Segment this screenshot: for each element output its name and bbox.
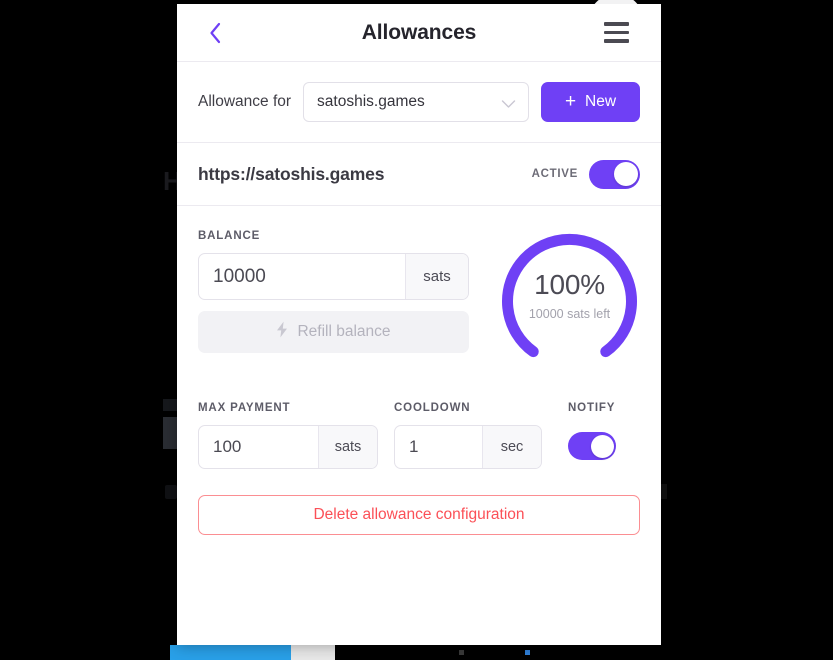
- plus-icon: +: [564, 90, 577, 112]
- taskbar-item[interactable]: [291, 645, 335, 660]
- page-title: Allowances: [361, 20, 477, 44]
- refill-balance-button[interactable]: Refill balance: [198, 311, 469, 353]
- popup-body: BALANCE sats Refill balance: [177, 206, 661, 535]
- extension-popup: Allowances Allowance for satoshis.games …: [177, 0, 661, 645]
- notify-label: NOTIFY: [568, 402, 616, 414]
- hamburger-bar: [603, 22, 629, 26]
- cooldown-label: COOLDOWN: [394, 402, 471, 414]
- balance-input[interactable]: [199, 254, 405, 299]
- refill-balance-label: Refill balance: [297, 323, 391, 340]
- cooldown-group: COOLDOWN sec: [394, 402, 542, 469]
- active-toggle-group: ACTIVE: [531, 159, 640, 189]
- gauge-percent: 100%: [534, 269, 605, 300]
- hamburger-bar: [603, 39, 629, 43]
- balance-unit: sats: [405, 254, 468, 299]
- gauge-sublabel: 10000 sats left: [528, 307, 611, 321]
- allowance-for-label: Allowance for: [198, 93, 292, 110]
- cooldown-input-group: sec: [394, 425, 542, 469]
- notify-toggle-wrap: [568, 425, 616, 467]
- new-allowance-label: New: [585, 93, 617, 110]
- popup-header: Allowances: [177, 4, 661, 62]
- background-fragment: [163, 399, 177, 411]
- background-fragment: [165, 485, 177, 499]
- notify-toggle[interactable]: [568, 432, 616, 460]
- lightning-bolt-icon: [276, 321, 288, 343]
- max-payment-input[interactable]: [199, 426, 318, 468]
- allowance-picker-row: Allowance for satoshis.games + New: [177, 62, 661, 143]
- chevron-down-icon: [501, 96, 516, 114]
- active-label: ACTIVE: [531, 168, 578, 180]
- taskbar-active-item[interactable]: [170, 645, 291, 660]
- max-payment-unit: sats: [318, 426, 377, 468]
- site-row: https://satoshis.games ACTIVE: [177, 143, 661, 206]
- max-payment-group: MAX PAYMENT sats: [198, 402, 378, 469]
- limits-row: MAX PAYMENT sats COOLDOWN sec NOTIFY: [198, 402, 640, 469]
- cooldown-unit: sec: [482, 426, 541, 468]
- cooldown-input[interactable]: [395, 426, 482, 468]
- toggle-knob: [591, 434, 614, 458]
- max-payment-label: MAX PAYMENT: [198, 402, 291, 414]
- toggle-knob: [614, 162, 638, 186]
- back-button[interactable]: [191, 4, 239, 61]
- taskbar-indicator: [459, 650, 464, 655]
- taskbar-indicator: [525, 650, 530, 655]
- active-toggle[interactable]: [589, 159, 640, 189]
- site-url: https://satoshis.games: [198, 163, 385, 184]
- balance-input-group: sats: [198, 253, 469, 300]
- new-allowance-button[interactable]: + New: [541, 82, 640, 122]
- background-fragment: [163, 417, 178, 449]
- notify-group: NOTIFY: [568, 402, 616, 469]
- balance-left-column: BALANCE sats Refill balance: [198, 230, 469, 353]
- balance-block: BALANCE sats Refill balance: [198, 230, 640, 370]
- allowance-select[interactable]: satoshis.games: [303, 82, 529, 122]
- gauge-text: 100% 10000 sats left: [492, 220, 647, 370]
- delete-allowance-button[interactable]: Delete allowance configuration: [198, 495, 640, 535]
- balance-label: BALANCE: [198, 230, 261, 242]
- hamburger-menu-icon[interactable]: [596, 4, 636, 61]
- max-payment-input-group: sats: [198, 425, 378, 469]
- chevron-left-icon: [208, 22, 222, 44]
- allowance-select-value: satoshis.games: [317, 93, 425, 110]
- balance-gauge: 100% 10000 sats left: [492, 220, 640, 370]
- screen: H Allowances Allowance for satoshis.game…: [0, 0, 833, 660]
- hamburger-bar: [603, 30, 629, 35]
